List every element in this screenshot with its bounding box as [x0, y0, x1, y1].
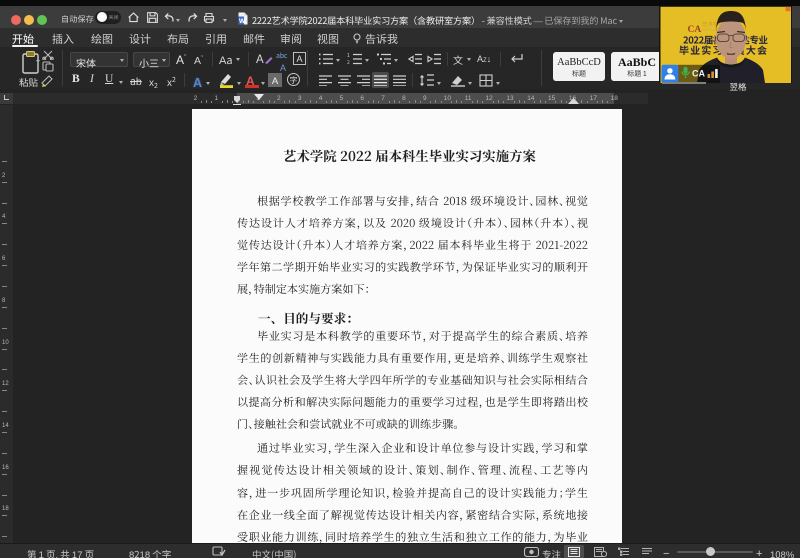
svg-text:CA: CA [692, 69, 705, 79]
svg-text:2: 2 [347, 59, 350, 65]
svg-text:W: W [239, 18, 246, 25]
